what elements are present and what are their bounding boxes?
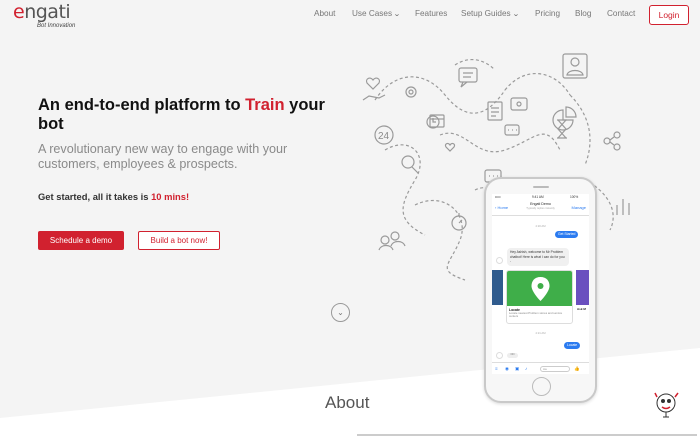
- share-icon: [603, 131, 621, 151]
- status-battery: 100%: [570, 194, 579, 199]
- phone-screen: ••••• 9:41 AM 100% ‹ Home Engati Demo Ty…: [492, 194, 589, 374]
- heart-hand-icon: [362, 77, 386, 101]
- bot-avatar: [496, 352, 503, 359]
- svg-text:24: 24: [378, 131, 390, 142]
- message-input[interactable]: Aa: [540, 366, 570, 372]
- nav-setup-guides[interactable]: Setup Guides⌄: [461, 9, 519, 18]
- user-icon: [562, 53, 588, 79]
- clock-icon: 24: [374, 119, 434, 145]
- nav-features[interactable]: Features: [415, 9, 447, 18]
- build-bot-button[interactable]: Build a bot now!: [138, 231, 220, 250]
- chevron-down-icon: ⌄: [337, 308, 344, 317]
- nav-about[interactable]: About: [314, 9, 335, 18]
- microphone-icon[interactable]: ♪: [525, 366, 527, 371]
- get-started-accent: 10 mins!: [151, 191, 190, 202]
- bar-chart-icon: [616, 199, 630, 215]
- people-icon: [378, 231, 406, 251]
- logo-tagline: Bot Innovation: [37, 23, 76, 29]
- emoji-chat-icon: [510, 97, 528, 111]
- next-card-title: Ask M: [577, 307, 586, 311]
- logo-wordmark: engati: [13, 1, 71, 23]
- carousel-next-card: [576, 270, 589, 305]
- phone-speaker: [533, 186, 549, 188]
- user-message: Get Started: [555, 231, 579, 238]
- chat-timestamp: 4:21 AM: [535, 331, 546, 335]
- map-pin-icon: [531, 277, 550, 301]
- hero-headline: An end-to-end platform to Train your bot: [38, 96, 328, 134]
- engati-logo[interactable]: engati Bot Innovation: [13, 1, 93, 32]
- phone-status-bar: ••••• 9:41 AM 100%: [492, 194, 589, 199]
- card-image: [507, 271, 572, 306]
- nav-setup-guides-label: Setup Guides: [461, 9, 511, 18]
- headline-text: An end-to-end platform to: [38, 96, 246, 114]
- get-started-label: Get started, all it takes is: [38, 191, 152, 202]
- messenger-manage-button[interactable]: Manage: [572, 205, 586, 210]
- search-icon: [401, 155, 419, 174]
- document-icon: [487, 101, 503, 121]
- phone-mockup: ••••• 9:41 AM 100% ‹ Home Engati Demo Ty…: [484, 177, 597, 403]
- nav-blog[interactable]: Blog: [575, 9, 591, 18]
- about-section-title: About: [325, 393, 370, 412]
- hourglass-icon: [557, 119, 567, 139]
- carousel-prev-card: [492, 270, 503, 305]
- headline-accent: Train: [245, 96, 285, 114]
- bot-message: Hey Ashish, welcome to Mr Problem chatbo…: [507, 248, 569, 266]
- user-message: Locate: [564, 342, 581, 349]
- camera-icon[interactable]: ◉: [505, 366, 509, 372]
- chat-timestamp: 4:20 AM: [535, 224, 546, 228]
- about-divider: [357, 434, 697, 436]
- message-composer: ≡ ◉ ▣ ♪ Aa 👍: [492, 362, 589, 374]
- site-header: engati Bot Innovation About Use Cases⌄ F…: [0, 0, 700, 34]
- gear-icon: [405, 86, 417, 98]
- nav-use-cases[interactable]: Use Cases⌄: [352, 9, 401, 18]
- signal-icon: •••••: [495, 194, 501, 199]
- image-icon[interactable]: ▣: [515, 366, 519, 372]
- login-button[interactable]: Login: [649, 5, 689, 25]
- schedule-demo-button[interactable]: Schedule a demo: [38, 231, 124, 250]
- chat-dots-icon: [504, 124, 520, 136]
- bot-avatar: [496, 257, 503, 264]
- menu-icon[interactable]: ≡: [495, 366, 498, 371]
- phone-home-button: [532, 377, 551, 396]
- nav-use-cases-label: Use Cases: [352, 9, 393, 18]
- timer-icon: [426, 115, 440, 129]
- hero-subheading: A revolutionary new way to engage with y…: [38, 142, 288, 171]
- chat-bubble-icon: [458, 67, 478, 88]
- messenger-header: ‹ Home Engati Demo Typically replies ins…: [492, 200, 589, 216]
- like-icon[interactable]: 👍: [574, 366, 580, 372]
- heart-icon: [444, 142, 456, 152]
- typing-indicator: •••: [507, 352, 518, 358]
- nav-contact[interactable]: Contact: [607, 9, 635, 18]
- carousel-card-locate[interactable]: Locate Locate nearest Problem stores and…: [506, 270, 573, 324]
- chatbot-widget-icon[interactable]: [653, 389, 683, 421]
- nav-pricing[interactable]: Pricing: [535, 9, 560, 18]
- chevron-down-icon: ⌄: [511, 11, 520, 18]
- get-started-text: Get started, all it takes is 10 mins!: [38, 191, 189, 202]
- chevron-down-icon: ⌄: [393, 11, 401, 18]
- card-description: Locate nearest Problem stores and servic…: [509, 311, 563, 319]
- status-time: 9:41 AM: [532, 194, 544, 199]
- stopwatch-icon: [451, 213, 467, 231]
- scroll-down-button[interactable]: ⌄: [331, 303, 350, 322]
